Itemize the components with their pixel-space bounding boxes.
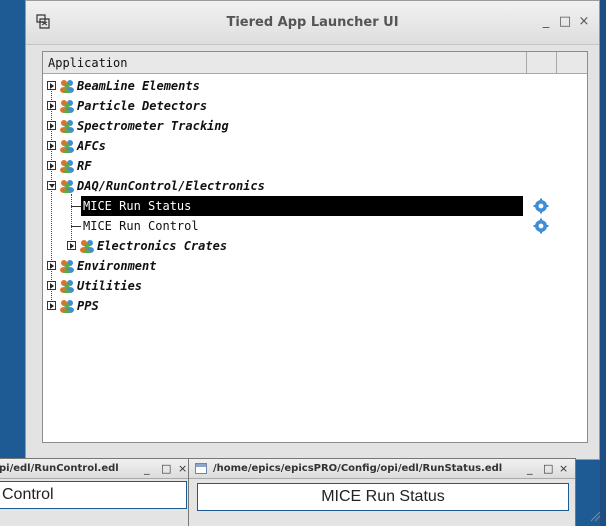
tree-item-label: Particle Detectors (77, 99, 208, 113)
tree-item-label: MICE Run Status (83, 199, 192, 213)
tree-item-electronics-crates[interactable]: Electronics Crates (43, 236, 587, 256)
launcher-window: Tiered App Launcher UI _ □ × Application… (25, 0, 600, 460)
run-control-window: pi/edl/RunControl.edl _ □ × Control (0, 458, 192, 526)
title-bar[interactable]: Tiered App Launcher UI _ □ × (26, 1, 599, 45)
people-group-icon (60, 160, 74, 173)
column-header-3[interactable] (557, 52, 587, 73)
run-control-window-title: pi/edl/RunControl.edl (0, 463, 119, 474)
tree-item-mice-run-status[interactable]: MICE Run Status (43, 196, 587, 216)
tree-item-pps[interactable]: PPS (43, 296, 587, 316)
gear-icon[interactable] (533, 198, 549, 214)
desktop-background (600, 0, 606, 526)
maximize-button[interactable]: □ (161, 462, 171, 475)
people-group-icon (60, 260, 74, 273)
people-group-icon (60, 140, 74, 153)
people-group-icon (60, 80, 74, 93)
tree-item-mice-run-control[interactable]: MICE Run Control (43, 216, 587, 236)
tree-item-label: Electronics Crates (97, 239, 228, 253)
close-button[interactable]: × (577, 14, 591, 29)
column-header-2[interactable] (527, 52, 557, 73)
tree-item-beamline-elements[interactable]: BeamLine Elements (43, 76, 587, 96)
people-group-icon (60, 180, 74, 193)
expand-toggle[interactable] (47, 281, 56, 290)
resize-grip-icon[interactable] (589, 510, 601, 522)
tree-item-utilities[interactable]: Utilities (43, 276, 587, 296)
application-tree[interactable]: Application BeamLine Elements Particle D… (42, 51, 588, 443)
expand-toggle[interactable] (47, 101, 56, 110)
tree-connector (71, 206, 81, 207)
run-status-window-title: /home/epics/epicsPRO/Config/opi/edl/RunS… (213, 463, 503, 474)
column-header-application[interactable]: Application (43, 52, 527, 73)
tree-item-afcs[interactable]: AFCs (43, 136, 587, 156)
expand-toggle[interactable] (47, 161, 56, 170)
people-group-icon (80, 240, 94, 253)
tree-item-label: BeamLine Elements (77, 79, 200, 93)
tree-item-spectrometer-tracking[interactable]: Spectrometer Tracking (43, 116, 587, 136)
minimize-button[interactable]: _ (144, 462, 150, 475)
tree-item-label: MICE Run Control (83, 219, 199, 233)
run-control-panel-label: Control (0, 481, 187, 509)
close-button[interactable]: × (178, 462, 187, 475)
tree-item-label: AFCs (77, 139, 106, 153)
tree-item-particle-detectors[interactable]: Particle Detectors (43, 96, 587, 116)
tree-item-label: DAQ/RunControl/Electronics (77, 179, 265, 193)
expand-toggle[interactable] (67, 241, 76, 250)
run-status-window: /home/epics/epicsPRO/Config/opi/edl/RunS… (188, 458, 576, 526)
tree-item-label: Environment (77, 259, 157, 273)
minimize-button[interactable]: _ (539, 14, 553, 29)
people-group-icon (60, 120, 74, 133)
tree-connector (71, 226, 81, 227)
people-group-icon (60, 100, 74, 113)
tree-column-header: Application (43, 52, 587, 74)
people-group-icon (60, 280, 74, 293)
expand-toggle[interactable] (47, 141, 56, 150)
expand-toggle[interactable] (47, 81, 56, 90)
tree-item-daq-runcontrol-electronics[interactable]: DAQ/RunControl/Electronics (43, 176, 587, 196)
run-status-panel-label: MICE Run Status (197, 483, 569, 511)
gear-icon[interactable] (533, 218, 549, 234)
maximize-button[interactable]: □ (558, 14, 572, 29)
people-group-icon (60, 300, 74, 313)
tree-item-label: PPS (77, 299, 99, 313)
tree-item-label: RF (77, 159, 92, 173)
maximize-button[interactable]: □ (543, 462, 553, 475)
minimize-button[interactable]: _ (527, 462, 533, 475)
document-icon (195, 463, 207, 474)
tree-item-label: Utilities (77, 279, 143, 293)
tree-item-environment[interactable]: Environment (43, 256, 587, 276)
expand-toggle[interactable] (47, 261, 56, 270)
status-bar (42, 443, 588, 457)
collapse-toggle[interactable] (47, 181, 56, 190)
run-status-title-bar[interactable]: /home/epics/epicsPRO/Config/opi/edl/RunS… (189, 459, 575, 479)
expand-toggle[interactable] (47, 121, 56, 130)
expand-toggle[interactable] (47, 301, 56, 310)
tree-item-label: Spectrometer Tracking (77, 119, 229, 133)
tree-item-rf[interactable]: RF (43, 156, 587, 176)
window-title: Tiered App Launcher UI (226, 15, 399, 30)
run-control-title-bar[interactable]: pi/edl/RunControl.edl _ □ × (0, 459, 191, 479)
close-button[interactable]: × (559, 462, 568, 475)
